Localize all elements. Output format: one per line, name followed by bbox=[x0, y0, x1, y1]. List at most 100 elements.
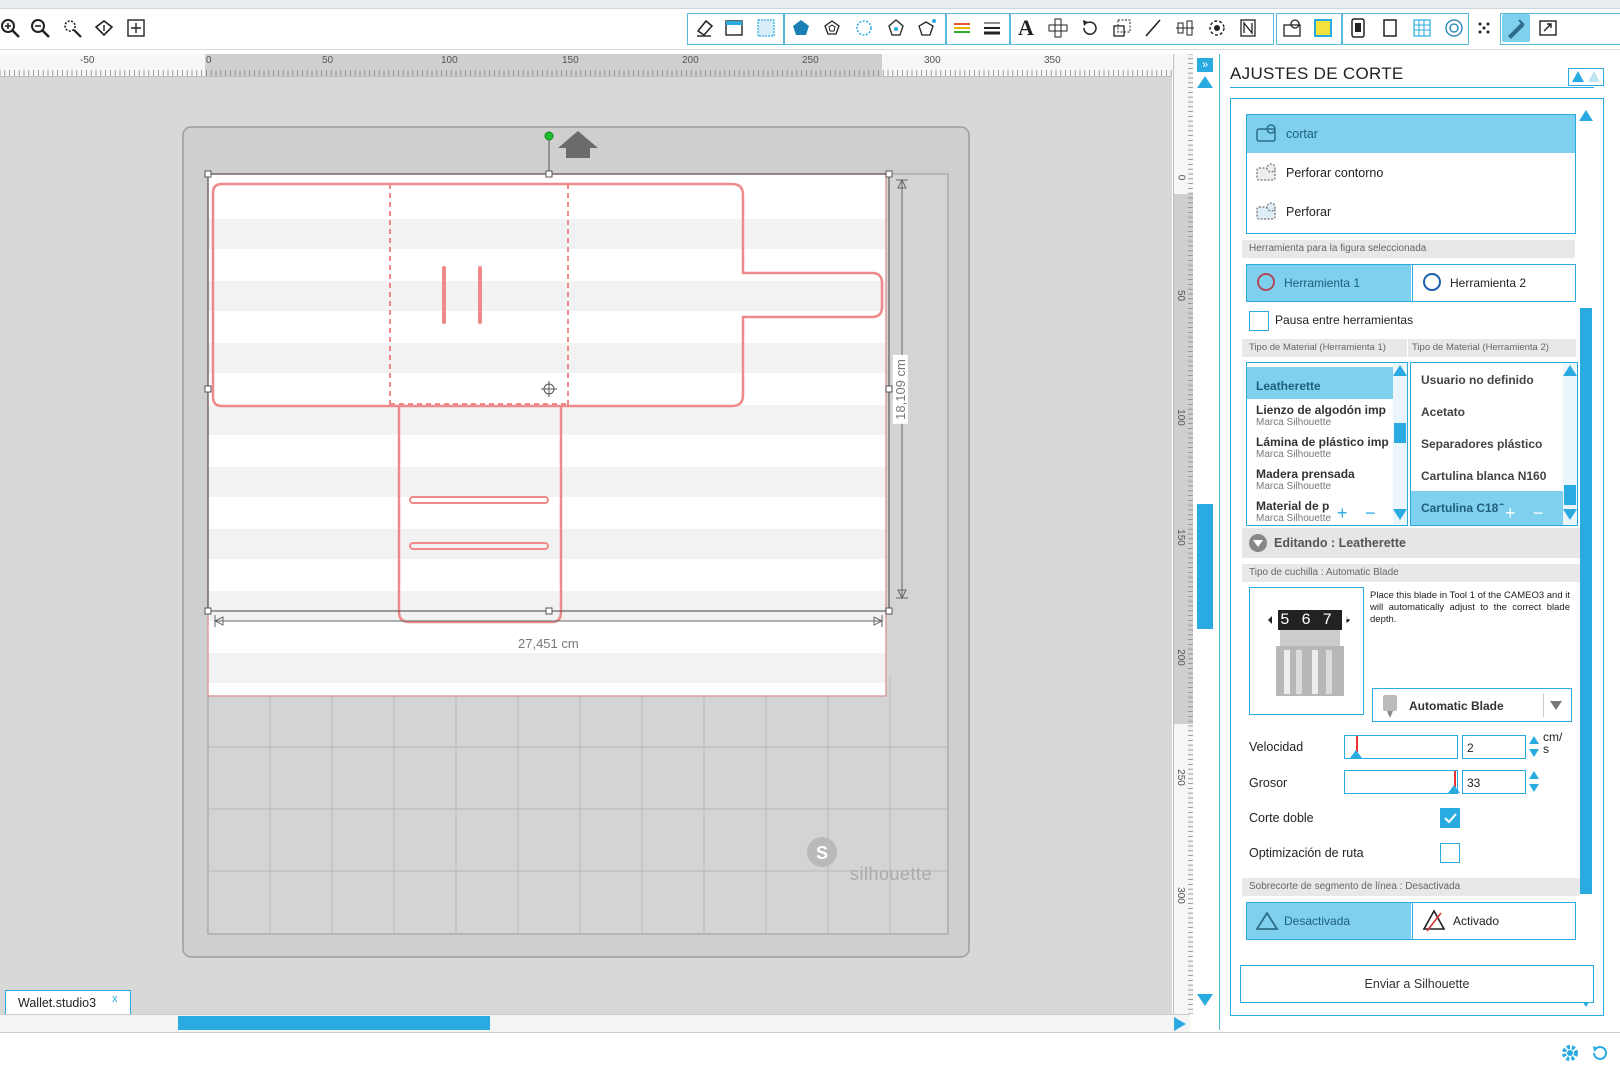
shadow-icon[interactable] bbox=[882, 14, 910, 42]
panel-collapse-icon[interactable] bbox=[1572, 71, 1584, 82]
zoom-out-icon[interactable] bbox=[26, 14, 54, 42]
scroll-up-icon[interactable] bbox=[1197, 76, 1213, 88]
tool-1-button[interactable]: Herramienta 1 bbox=[1247, 265, 1411, 301]
action-cut[interactable]: cortar bbox=[1247, 115, 1575, 153]
refresh-icon[interactable] bbox=[1590, 1043, 1610, 1063]
page-setup-icon[interactable] bbox=[720, 14, 748, 42]
registration-icon[interactable] bbox=[1470, 14, 1498, 42]
scroll-down-icon[interactable] bbox=[1197, 994, 1213, 1006]
line-style-icon[interactable] bbox=[818, 14, 846, 42]
fill-pattern-icon[interactable] bbox=[850, 14, 878, 42]
remove-material-icon[interactable]: − bbox=[1533, 504, 1544, 522]
route-optimization-checkbox[interactable] bbox=[1440, 843, 1460, 863]
material-1-item[interactable]: Lámina de plástico imp Marca Silhouette bbox=[1256, 435, 1393, 467]
close-tab-icon[interactable]: x bbox=[112, 993, 118, 1005]
panel-expand-icon[interactable] bbox=[1588, 71, 1600, 82]
line-color-icon[interactable] bbox=[948, 14, 976, 42]
step-down-icon[interactable] bbox=[1529, 784, 1539, 792]
eraser-icon[interactable] bbox=[690, 14, 718, 42]
material-1-item[interactable]: Madera prensada Marca Silhouette bbox=[1256, 467, 1393, 499]
file-tab[interactable]: Wallet.studio3 x bbox=[5, 990, 131, 1015]
scroll-down-icon[interactable] bbox=[1563, 509, 1577, 520]
material-name[interactable]: Acetato bbox=[1421, 405, 1465, 419]
page-icon[interactable] bbox=[1376, 14, 1404, 42]
material-name[interactable]: Cartulina blanca N160 bbox=[1421, 469, 1546, 483]
remove-material-icon[interactable]: − bbox=[1365, 504, 1376, 522]
material-name: Lienzo de algodón imp bbox=[1256, 403, 1386, 417]
text-tool-icon[interactable]: A bbox=[1012, 14, 1040, 42]
mat-grid-icon[interactable] bbox=[1408, 14, 1436, 42]
offset-icon[interactable] bbox=[1203, 14, 1231, 42]
align-icon[interactable] bbox=[1171, 14, 1199, 42]
send-to-cutter-icon[interactable] bbox=[1534, 14, 1562, 42]
scroll-right-icon[interactable] bbox=[1174, 1017, 1186, 1031]
scale-icon[interactable] bbox=[1108, 14, 1136, 42]
panel-scroll-up-icon[interactable] bbox=[1579, 110, 1593, 121]
pan-hand-icon[interactable] bbox=[90, 14, 118, 42]
material-1-item-selected[interactable]: Leatherette bbox=[1247, 367, 1393, 399]
speed-value: 2 bbox=[1467, 741, 1474, 755]
vscroll-thumb[interactable] bbox=[1197, 504, 1213, 629]
speed-stepper[interactable] bbox=[1528, 735, 1540, 759]
speed-slider[interactable] bbox=[1344, 735, 1458, 759]
transform-icon[interactable] bbox=[913, 14, 941, 42]
cut-settings-icon[interactable] bbox=[1502, 14, 1530, 42]
scroll-thumb[interactable] bbox=[1564, 485, 1576, 505]
add-material-icon[interactable]: + bbox=[1505, 504, 1516, 522]
action-perforate[interactable]: Perforar bbox=[1247, 193, 1575, 231]
rotate-icon[interactable] bbox=[1076, 14, 1104, 42]
scroll-down-icon[interactable] bbox=[1393, 509, 1407, 520]
gear-icon[interactable] bbox=[1560, 1043, 1580, 1063]
step-up-icon[interactable] bbox=[1529, 736, 1539, 744]
fit-page-icon[interactable] bbox=[122, 14, 150, 42]
tool-2-button[interactable]: Herramienta 2 bbox=[1412, 265, 1576, 301]
sketch-icon[interactable] bbox=[1440, 14, 1468, 42]
library-icon[interactable] bbox=[1278, 14, 1306, 42]
ruler-label: 200 bbox=[682, 55, 699, 66]
material-name[interactable]: Usuario no definido bbox=[1421, 373, 1534, 387]
send-device-icon[interactable] bbox=[1344, 14, 1372, 42]
thickness-input[interactable]: 33 bbox=[1462, 770, 1526, 794]
panel-scrollbar[interactable] bbox=[1578, 108, 1594, 1008]
blade-select[interactable]: Automatic Blade bbox=[1372, 688, 1572, 722]
send-to-silhouette-button[interactable]: Enviar a Silhouette bbox=[1240, 965, 1594, 1003]
design-canvas[interactable]: S 27,451 cm 18,109 cm silhouette bbox=[0, 77, 1172, 1014]
add-material-icon[interactable]: + bbox=[1337, 504, 1348, 522]
tool-2-circle-icon bbox=[1423, 273, 1441, 291]
store-icon[interactable] bbox=[1309, 14, 1337, 42]
ruler-label: 100 bbox=[1174, 409, 1186, 426]
speed-input[interactable]: 2 bbox=[1462, 735, 1526, 759]
hscroll-thumb[interactable] bbox=[178, 1016, 490, 1030]
blade-instructions: Place this blade in Tool 1 of the CAMEO3… bbox=[1370, 590, 1570, 625]
action-perforate-outline[interactable]: Perforar contorno bbox=[1247, 154, 1575, 192]
thickness-stepper[interactable] bbox=[1528, 770, 1540, 794]
collapse-panel-icon[interactable]: » bbox=[1197, 58, 1213, 72]
overcut-off-button[interactable]: Desactivada bbox=[1247, 903, 1411, 939]
panel-scroll-thumb[interactable] bbox=[1580, 308, 1592, 894]
material-2-scrollbar[interactable] bbox=[1563, 363, 1577, 525]
scroll-up-icon[interactable] bbox=[1393, 365, 1407, 376]
material-name[interactable]: Separadores plástico bbox=[1421, 437, 1542, 451]
tool-2-label: Herramienta 2 bbox=[1450, 276, 1527, 290]
overcut-triangle-icon bbox=[1422, 909, 1446, 932]
line-weight-icon[interactable] bbox=[978, 14, 1006, 42]
thickness-slider[interactable] bbox=[1344, 770, 1460, 794]
knife-icon[interactable] bbox=[1139, 14, 1167, 42]
replicate-icon[interactable] bbox=[1044, 14, 1072, 42]
pause-checkbox[interactable] bbox=[1249, 311, 1269, 331]
step-down-icon[interactable] bbox=[1529, 749, 1539, 757]
step-up-icon[interactable] bbox=[1529, 771, 1539, 779]
scroll-thumb[interactable] bbox=[1394, 423, 1406, 443]
material-1-scrollbar[interactable] bbox=[1393, 363, 1407, 525]
scroll-up-icon[interactable] bbox=[1563, 365, 1577, 376]
zoom-selection-icon[interactable] bbox=[58, 14, 86, 42]
zoom-in-icon[interactable] bbox=[0, 14, 24, 42]
overcut-on-button[interactable]: Activado bbox=[1412, 903, 1576, 939]
grid-icon[interactable] bbox=[752, 14, 780, 42]
trace-icon[interactable] bbox=[1234, 14, 1262, 42]
double-cut-checkbox[interactable] bbox=[1440, 808, 1460, 828]
material-1-item[interactable]: Lienzo de algodón imp Marca Silhouette bbox=[1256, 403, 1393, 435]
fill-color-icon[interactable] bbox=[787, 14, 815, 42]
editing-header[interactable]: Editando : Leatherette bbox=[1242, 528, 1580, 558]
vertical-scrollbar[interactable]: » bbox=[1193, 54, 1217, 1014]
